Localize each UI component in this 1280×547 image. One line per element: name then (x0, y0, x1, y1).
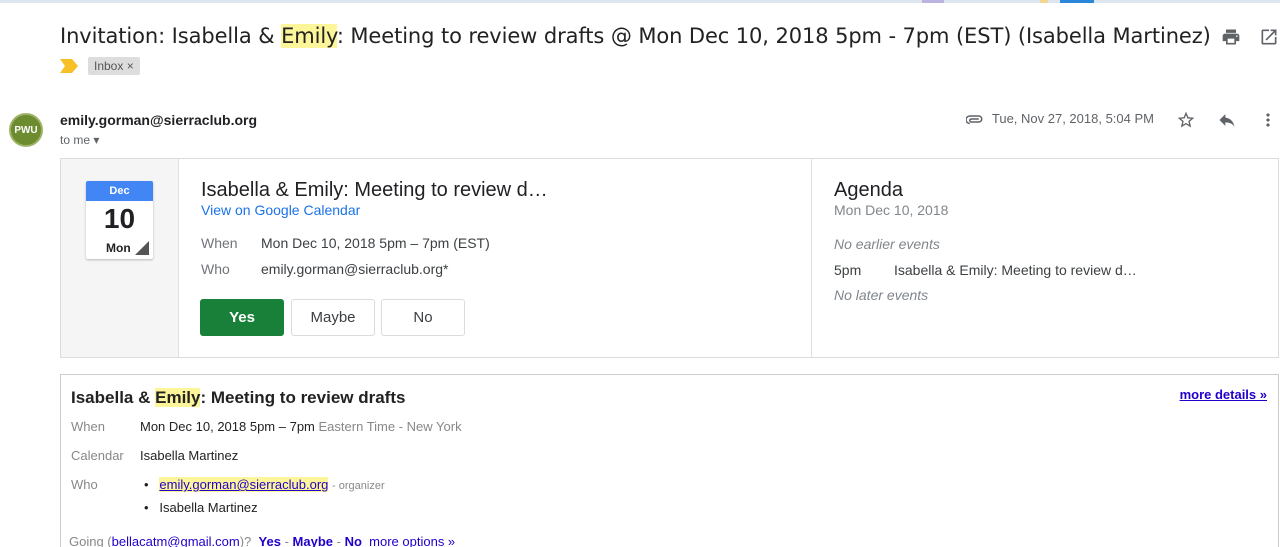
calendar-event-card: Dec 10 Mon Isabella & Emily: Meeting to … (60, 158, 1279, 358)
going-suffix: )? (239, 534, 252, 547)
more-details-link[interactable]: more details » (1180, 387, 1267, 402)
avatar: PWU (9, 113, 43, 147)
email-subject: Invitation: Isabella & Emily: Meeting to… (60, 24, 1211, 48)
subject-prefix: Invitation: Isabella & (60, 24, 282, 48)
invitation-title: Isabella & Emily: Meeting to review draf… (71, 388, 405, 408)
going-email[interactable]: bellacatm@gmail.com (112, 534, 240, 547)
organizer-role: - organizer (332, 480, 385, 492)
invite-who-item: • emily.gorman@sierraclub.org - organize… (144, 477, 385, 492)
event-title: Isabella & Emily: Meeting to review d… (201, 179, 548, 201)
when-value: Mon Dec 10, 2018 5pm – 7pm (EST) (261, 235, 490, 251)
no-earlier-events: No earlier events (834, 236, 940, 252)
print-icon[interactable] (1221, 27, 1241, 47)
card-date-panel: Dec 10 Mon (61, 159, 179, 357)
agenda-title: Agenda (834, 179, 903, 201)
invite-when-value: Mon Dec 10, 2018 5pm – 7pm Eastern Time … (140, 419, 462, 434)
top-strip-accent (922, 0, 944, 3)
cal-day: 10 (103, 203, 136, 234)
going-prefix: Going ( (69, 534, 112, 547)
invite-when-timezone: Eastern Time - New York (318, 419, 462, 434)
invitation-title-highlight: Emily (155, 388, 201, 407)
going-prompt: Going (bellacatm@gmail.com)? Yes - Maybe… (69, 534, 455, 547)
invite-who-item: • Isabella Martinez (144, 500, 258, 515)
rsvp-no-button[interactable]: No (381, 299, 465, 336)
top-strip-accent (1060, 0, 1094, 3)
view-on-google-calendar-link[interactable]: View on Google Calendar (201, 202, 360, 218)
going-maybe-link[interactable]: Maybe (293, 534, 333, 547)
recipient-dropdown[interactable]: to me ▾ (60, 133, 99, 147)
attendee-name: Isabella Martinez (159, 500, 258, 515)
attachment-icon (965, 114, 983, 124)
who-value: emily.gorman@sierraclub.org* (261, 261, 449, 277)
calendar-date-icon: Dec 10 Mon (86, 181, 153, 259)
organizer-email-link[interactable]: emily.gorman@sierraclub.org (159, 477, 329, 492)
invite-calendar-value: Isabella Martinez (140, 448, 239, 463)
message-meta: Tue, Nov 27, 2018, 5:04 PM (965, 111, 1154, 126)
reply-icon[interactable] (1217, 110, 1237, 130)
label-row: Inbox × (60, 57, 140, 75)
when-label: When (201, 235, 238, 251)
rsvp-maybe-button[interactable]: Maybe (291, 299, 375, 336)
agenda-event-time: 5pm (834, 262, 862, 278)
invite-calendar-label: Calendar (71, 448, 124, 463)
going-no-link[interactable]: No (345, 534, 362, 547)
page-fold-icon (135, 241, 149, 255)
no-later-events: No later events (834, 287, 929, 303)
agenda-event-title[interactable]: Isabella & Emily: Meeting to review d… (894, 262, 1137, 278)
invite-who-label: Who (71, 477, 98, 492)
important-marker-icon[interactable] (60, 59, 78, 73)
going-separator: - (284, 534, 289, 547)
open-in-new-window-icon[interactable] (1259, 27, 1279, 47)
top-strip-accent (1040, 0, 1048, 3)
going-separator: - (336, 534, 341, 547)
star-icon[interactable] (1176, 110, 1196, 130)
cal-month: Dec (86, 181, 153, 201)
message-timestamp: Tue, Nov 27, 2018, 5:04 PM (991, 111, 1154, 126)
inbox-label-chip[interactable]: Inbox × (88, 57, 140, 75)
invite-when-time: Mon Dec 10, 2018 5pm – 7pm (140, 419, 315, 434)
rsvp-yes-button[interactable]: Yes (200, 299, 284, 336)
sender-address[interactable]: emily.gorman@sierraclub.org (60, 112, 257, 128)
invitation-title-prefix: Isabella & (71, 388, 156, 407)
more-options-link[interactable]: more options » (369, 534, 455, 547)
going-yes-link[interactable]: Yes (259, 534, 281, 547)
invite-when-label: When (71, 419, 105, 434)
invitation-title-suffix: : Meeting to review drafts (200, 388, 406, 407)
invitation-details: Isabella & Emily: Meeting to review draf… (60, 374, 1279, 547)
more-vert-icon[interactable] (1258, 110, 1278, 130)
agenda-date: Mon Dec 10, 2018 (834, 202, 949, 218)
cal-weekday: Mon (106, 241, 131, 255)
subject-suffix: : Meeting to review drafts @ Mon Dec 10,… (336, 24, 1211, 48)
who-label: Who (201, 261, 230, 277)
top-strip (0, 0, 1280, 3)
subject-highlight: Emily (281, 24, 337, 48)
agenda-panel: Agenda Mon Dec 10, 2018 No earlier event… (811, 159, 1278, 357)
